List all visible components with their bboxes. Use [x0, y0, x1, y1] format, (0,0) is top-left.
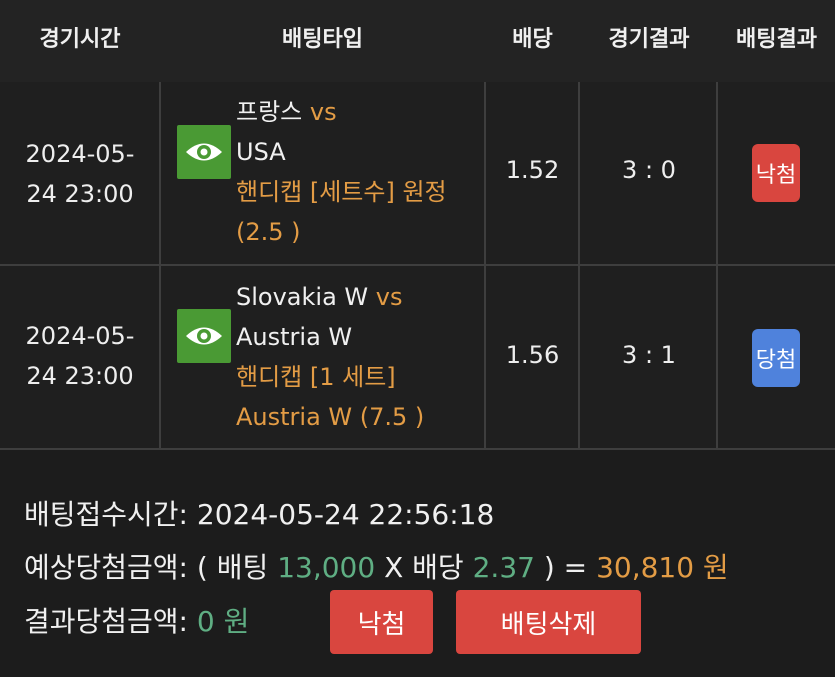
column-divider: [484, 82, 486, 450]
received-value: 2024-05-24 22:56:18: [196, 498, 495, 531]
result-amount: 0 원: [196, 605, 250, 638]
market-line: (2.5 ): [236, 218, 301, 246]
market-line: Austria W (7.5 ): [236, 403, 425, 431]
match-clock: 24 23:00: [26, 362, 134, 390]
eye-icon[interactable]: [177, 125, 231, 179]
times-sign: X: [384, 551, 404, 584]
odds-value: 1.52: [505, 156, 560, 184]
row-divider: [0, 448, 835, 450]
header-match-result: 경기결과: [608, 27, 690, 52]
score-value: 3 : 0: [622, 156, 676, 184]
column-divider: [578, 82, 580, 450]
match-date: 2024-05-: [25, 140, 135, 168]
result-payout: 결과당첨금액: 0 원: [24, 600, 249, 640]
result-label: 결과당첨금액:: [24, 605, 188, 638]
vs-label: vs: [375, 283, 403, 311]
bet-label: 배팅: [216, 551, 269, 584]
bet-details: 프랑스 vs USA 핸디캡 [세트수] 원정 (2.5 ): [236, 92, 481, 252]
market-label: 핸디캡 [세트수] 원정: [236, 178, 447, 206]
market-label: 핸디캡 [1 세트]: [236, 363, 396, 391]
match-date: 2024-05-: [25, 322, 135, 350]
header-bet-type: 배팅타입: [282, 27, 363, 52]
total-odds: 2.37: [472, 551, 535, 584]
odds-value: 1.56: [505, 341, 560, 369]
eye-icon[interactable]: [177, 309, 231, 363]
away-team: USA: [236, 138, 286, 166]
delete-bet-button[interactable]: 배팅삭제: [456, 590, 641, 654]
received-time: 배팅접수시간: 2024-05-24 22:56:18: [24, 493, 494, 533]
status-badge: 낙첨: [752, 144, 800, 202]
away-team: Austria W: [236, 323, 353, 351]
home-team: Slovakia W: [236, 283, 369, 311]
expected-payout: 예상당첨금액: ( 배팅 13,000 X 배당 2.37 ) = 30,810…: [24, 546, 729, 586]
match-time: 2024-05- 24 23:00: [0, 316, 160, 396]
received-label: 배팅접수시간:: [24, 498, 188, 531]
match-clock: 24 23:00: [26, 180, 134, 208]
odds-label: 배당: [412, 551, 464, 584]
score-value: 3 : 1: [622, 341, 676, 369]
vs-label: vs: [309, 98, 337, 126]
open-paren: (: [196, 551, 208, 584]
header-bet-result: 배팅결과: [736, 27, 817, 52]
row-divider: [0, 264, 835, 266]
expected-label: 예상당첨금액:: [24, 551, 188, 584]
bet-details: Slovakia W vs Austria W 핸디캡 [1 세트] Austr…: [236, 277, 481, 437]
header-odds: 배당: [512, 27, 553, 52]
header-match-time: 경기시간: [39, 27, 121, 52]
status-badge: 당첨: [752, 329, 800, 387]
home-team: 프랑스: [236, 98, 303, 126]
bet-amount: 13,000: [277, 551, 376, 584]
column-divider: [716, 82, 718, 450]
table-header: 경기시간 배팅타입 배당 경기결과 배팅결과: [0, 0, 835, 82]
expected-amount: 30,810 원: [596, 551, 729, 584]
lose-button[interactable]: 낙첨: [330, 590, 433, 654]
close-equals: ) =: [543, 551, 588, 584]
match-time: 2024-05- 24 23:00: [0, 134, 160, 214]
